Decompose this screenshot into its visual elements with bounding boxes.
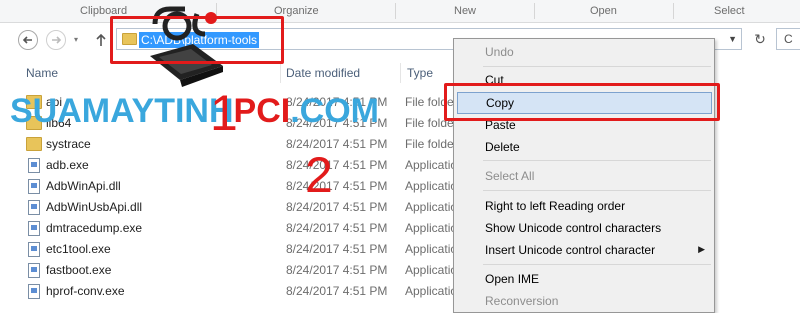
menu-item-undo[interactable]: Undo	[454, 41, 714, 63]
file-date-modified: 8/24/2017 4:51 PM	[286, 179, 388, 193]
watermark: SUAMAYTINHPCI.COM	[10, 92, 379, 131]
menu-item-label: Insert Unicode control character	[485, 243, 656, 257]
column-header-type[interactable]: Type	[407, 66, 433, 80]
application-icon	[28, 158, 40, 173]
dll-icon	[28, 200, 40, 215]
file-date-modified: 8/24/2017 4:51 PM	[286, 284, 388, 298]
submenu-arrow-icon: ▶	[698, 244, 705, 254]
menu-item-label: Show Unicode control characters	[485, 221, 662, 235]
file-date-modified: 8/24/2017 4:51 PM	[286, 242, 388, 256]
ribbon-divider	[673, 3, 674, 19]
file-row[interactable]: AdbWinApi.dll 8/24/2017 4:51 PM Applicatio…	[0, 176, 518, 197]
menu-item-label: Undo	[485, 45, 514, 59]
address-dropdown-icon[interactable]: ▼	[728, 34, 737, 44]
annotation-box-address	[110, 16, 284, 64]
forward-button[interactable]	[46, 30, 66, 50]
ribbon-group-open: Open	[590, 5, 617, 17]
file-name: dmtracedump.exe	[46, 221, 143, 235]
file-date-modified: 8/24/2017 4:51 PM	[286, 137, 388, 151]
file-date-modified: 8/24/2017 4:51 PM	[286, 263, 388, 277]
menu-item-show-unicode[interactable]: Show Unicode control characters	[454, 217, 714, 239]
file-name: etc1tool.exe	[46, 242, 111, 256]
file-row[interactable]: adb.exe 8/24/2017 4:51 PM Application	[0, 155, 464, 176]
application-icon	[28, 263, 40, 278]
menu-item-insert-unicode[interactable]: Insert Unicode control character ▶	[454, 239, 714, 261]
application-icon	[28, 242, 40, 257]
menu-item-right-to-left[interactable]: Right to left Reading order	[454, 195, 714, 217]
arrow-left-icon	[22, 36, 32, 44]
file-date-modified: 8/24/2017 4:51 PM	[286, 221, 388, 235]
menu-item-label: Delete	[485, 140, 520, 154]
ribbon-group-new: New	[454, 5, 477, 17]
ribbon-divider	[395, 3, 396, 19]
application-icon	[28, 284, 40, 299]
file-row[interactable]: AdbWinUsbApi.dll 8/24/2017 4:51 PM Applica…	[0, 197, 518, 218]
watermark-part1: SUAMAYTINH	[10, 92, 234, 130]
search-icon: C	[784, 32, 793, 46]
step-number-1: 1	[210, 85, 238, 141]
application-icon	[28, 221, 40, 236]
file-date-modified: 8/24/2017 4:51 PM	[286, 200, 388, 214]
step-number-2: 2	[305, 147, 333, 203]
watermark-part3: .COM	[290, 92, 380, 130]
back-button[interactable]	[18, 30, 38, 50]
file-type: File folder	[405, 137, 458, 151]
menu-separator	[483, 190, 711, 191]
folder-icon	[26, 137, 42, 151]
menu-item-reconversion[interactable]: Reconversion	[454, 290, 714, 312]
annotation-box-copy	[444, 83, 720, 121]
file-row[interactable]: hprof-conv.exe 8/24/2017 4:51 PM Applicati…	[0, 281, 464, 302]
file-name: AdbWinApi.dll	[46, 179, 121, 193]
menu-separator	[483, 66, 711, 67]
file-row[interactable]: fastboot.exe 8/24/2017 4:51 PM Application	[0, 260, 464, 281]
ribbon-group-select: Select	[714, 5, 745, 17]
menu-item-label: Open IME	[485, 272, 540, 286]
file-date-modified: 8/24/2017 4:51 PM	[286, 158, 388, 172]
context-menu: Undo Cut Copy Paste Delete Select All Ri…	[453, 38, 715, 313]
file-name: systrace	[46, 137, 91, 151]
file-row[interactable]: dmtracedump.exe 8/24/2017 4:51 PM Applicat…	[0, 218, 464, 239]
menu-item-delete[interactable]: Delete	[454, 136, 714, 158]
refresh-icon[interactable]: ↻	[750, 28, 770, 50]
up-arrow-icon[interactable]	[94, 32, 108, 48]
dll-icon	[28, 179, 40, 194]
arrow-right-icon	[52, 36, 62, 44]
column-divider[interactable]	[280, 63, 281, 83]
ribbon-divider	[534, 3, 535, 19]
menu-item-label: Reconversion	[485, 294, 559, 308]
column-divider[interactable]	[400, 63, 401, 83]
menu-item-label: Right to left Reading order	[485, 199, 626, 213]
column-header-name[interactable]: Name	[26, 66, 58, 80]
menu-separator	[483, 160, 711, 161]
file-name: AdbWinUsbApi.dll	[46, 200, 143, 214]
search-box[interactable]: C	[776, 28, 800, 50]
file-name: adb.exe	[46, 158, 89, 172]
menu-item-label: Select All	[485, 169, 535, 183]
file-name: fastboot.exe	[46, 263, 112, 277]
file-row[interactable]: etc1tool.exe 8/24/2017 4:51 PM Application	[0, 239, 464, 260]
menu-item-open-ime[interactable]: Open IME	[454, 268, 714, 290]
recent-locations-chevron-icon[interactable]: ▾	[74, 35, 78, 44]
menu-separator	[483, 264, 711, 265]
file-name: hprof-conv.exe	[46, 284, 125, 298]
menu-item-select-all[interactable]: Select All	[454, 165, 714, 187]
watermark-part2: PCI	[233, 92, 291, 130]
column-header-date-modified[interactable]: Date modified	[286, 66, 360, 80]
